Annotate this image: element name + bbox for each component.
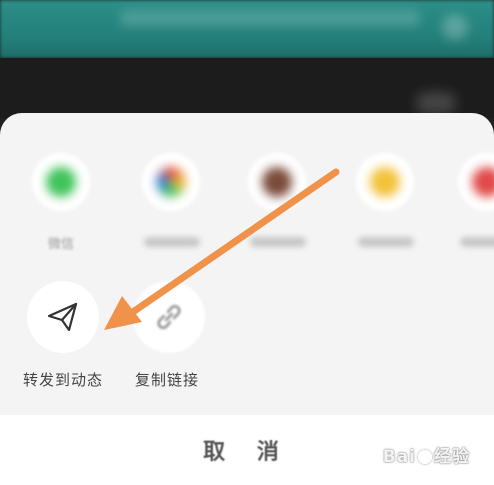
paw-icon — [418, 450, 432, 464]
link-icon — [157, 305, 181, 329]
photos-app-icon — [156, 167, 186, 197]
share-actions-row: 转发到动态 复制链接 — [0, 273, 494, 393]
share-target-wechat[interactable]: 微信 — [16, 153, 106, 263]
share-target-sun[interactable] — [340, 153, 430, 263]
copy-link-action[interactable]: 复制链接 — [112, 273, 222, 393]
copy-link-action-label: 复制链接 — [134, 371, 199, 389]
copy-link-action-circle[interactable] — [133, 281, 205, 353]
forward-action-label: 转发到动态 — [22, 371, 103, 389]
share-sheet-screen: 微信 转发到动态 复制链接 取 消 Bai 经验 — [0, 0, 494, 485]
avatar-icon — [262, 167, 292, 197]
share-target-label-blurred — [250, 237, 306, 247]
share-target-label-blurred — [144, 237, 200, 247]
share-target-label-blurred — [358, 237, 414, 247]
wechat-icon — [46, 167, 76, 197]
share-sheet: 微信 转发到动态 复制链接 取 消 — [0, 113, 494, 485]
baidu-jingyan-watermark: Bai 经验 — [383, 442, 470, 467]
forward-to-feed-action[interactable]: 转发到动态 — [8, 273, 118, 393]
blurred-header — [0, 0, 494, 58]
share-target-avatar[interactable] — [232, 153, 322, 263]
blurred-toolbar-icon — [416, 92, 456, 114]
watermark-text-right: 经验 — [434, 447, 470, 467]
share-targets-row: 微信 — [0, 153, 494, 263]
share-target-red[interactable] — [442, 153, 494, 263]
red-app-icon — [472, 167, 494, 197]
blurred-header-text — [120, 10, 420, 26]
watermark-text-left: Bai — [382, 447, 416, 467]
share-target-photos[interactable] — [126, 153, 216, 263]
share-target-label: 微信 — [47, 237, 74, 252]
share-target-label-blurred — [460, 237, 494, 247]
forward-action-circle[interactable] — [27, 281, 99, 353]
paper-plane-icon — [47, 302, 78, 332]
blurred-header-icon — [442, 14, 468, 40]
sun-app-icon — [370, 167, 400, 197]
